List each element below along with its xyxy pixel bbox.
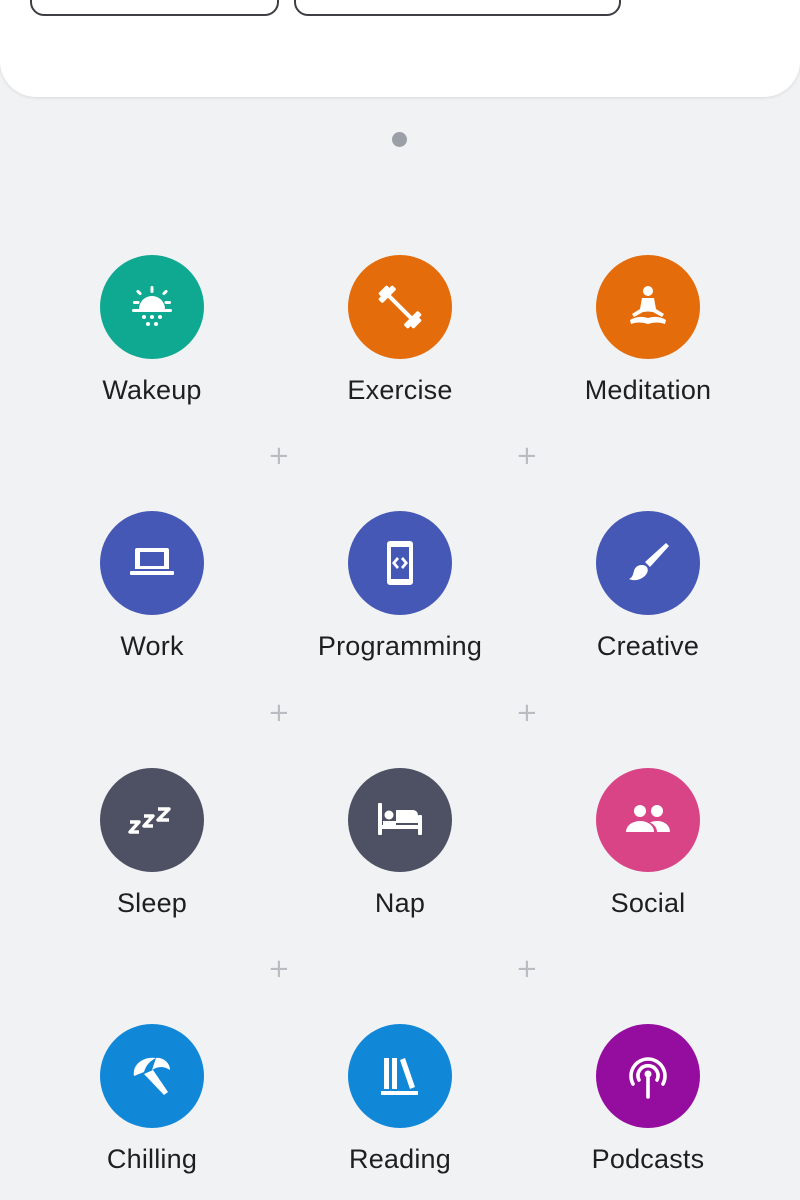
routine-work[interactable]: Work <box>52 511 252 671</box>
routine-label: Creative <box>596 631 700 661</box>
routine-label: Podcasts <box>591 1144 705 1174</box>
routine-label: Programming <box>317 631 483 661</box>
dumbbell-icon <box>348 255 452 359</box>
routine-label: Social <box>610 888 686 918</box>
add-routine-plus-icon[interactable]: + <box>516 443 538 469</box>
meditation-icon <box>596 255 700 359</box>
laptop-icon <box>100 511 204 615</box>
routine-label: Exercise <box>347 375 453 405</box>
routine-programming[interactable]: Programming <box>300 511 500 671</box>
brush-icon <box>596 511 700 615</box>
routine-label: Work <box>120 631 184 661</box>
bed-icon <box>348 768 452 872</box>
people-icon <box>596 768 700 872</box>
add-routine-plus-icon[interactable]: + <box>268 443 290 469</box>
routine-podcasts[interactable]: Podcasts <box>548 1024 748 1184</box>
routine-grid: Wakeup Exercise Meditation Work Programming C… <box>0 0 800 1200</box>
add-routine-plus-icon[interactable]: + <box>516 700 538 726</box>
routine-meditation[interactable]: Meditation <box>548 255 748 415</box>
routine-chilling[interactable]: Chilling <box>52 1024 252 1184</box>
add-routine-plus-icon[interactable]: + <box>268 700 290 726</box>
routine-label: Chilling <box>106 1144 198 1174</box>
routine-label: Meditation <box>584 375 712 405</box>
routine-exercise[interactable]: Exercise <box>300 255 500 415</box>
add-routine-plus-icon[interactable]: + <box>516 956 538 982</box>
sunrise-icon <box>100 255 204 359</box>
routine-label: Nap <box>374 888 426 918</box>
routine-label: Reading <box>349 1144 451 1174</box>
routine-label: Sleep <box>116 888 188 918</box>
routine-nap[interactable]: Nap <box>300 768 500 928</box>
code-phone-icon <box>348 511 452 615</box>
routine-creative[interactable]: Creative <box>548 511 748 671</box>
podcast-icon <box>596 1024 700 1128</box>
zzz-icon <box>100 768 204 872</box>
books-icon <box>348 1024 452 1128</box>
beach-umbrella-icon <box>100 1024 204 1128</box>
routine-wakeup[interactable]: Wakeup <box>52 255 252 415</box>
routine-label: Wakeup <box>102 375 202 405</box>
add-routine-plus-icon[interactable]: + <box>268 956 290 982</box>
routine-sleep[interactable]: Sleep <box>52 768 252 928</box>
routine-social[interactable]: Social <box>548 768 748 928</box>
routine-reading[interactable]: Reading <box>300 1024 500 1184</box>
